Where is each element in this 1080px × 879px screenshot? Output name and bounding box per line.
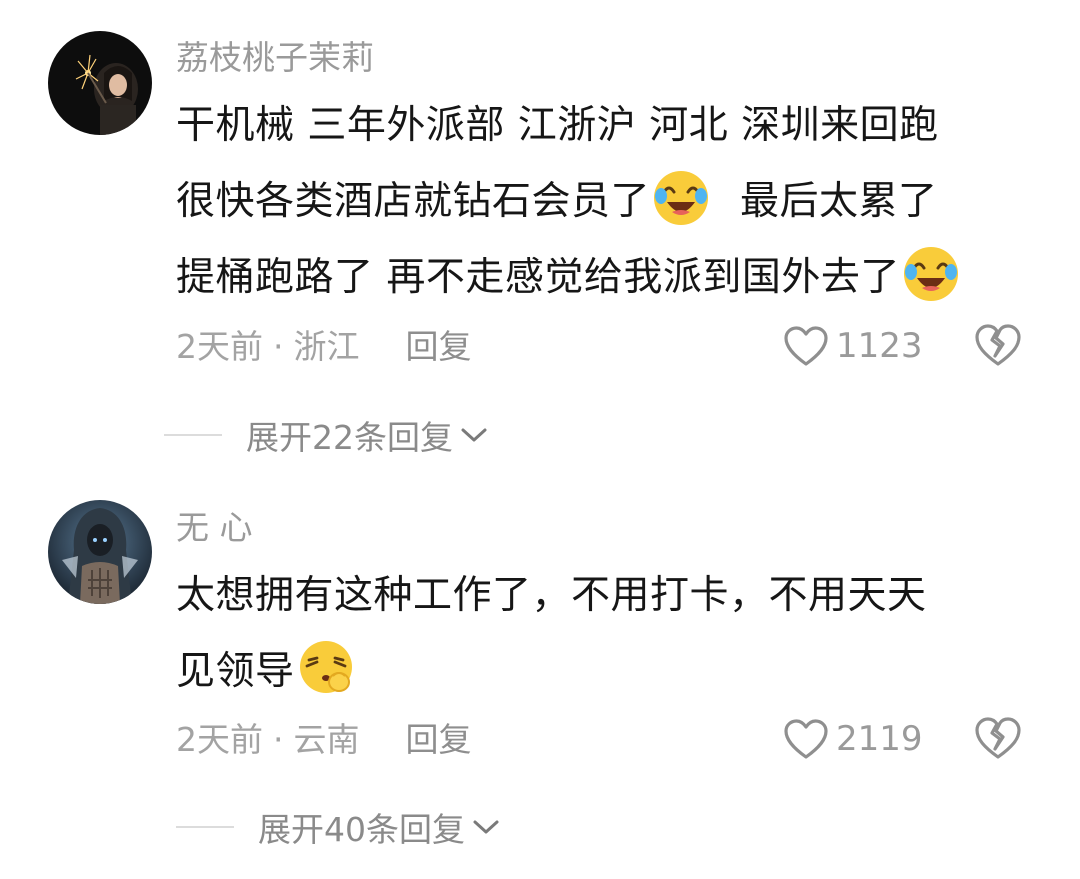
avatar[interactable]: [48, 31, 152, 135]
shh-emoji-icon: [295, 636, 357, 698]
crying-laughing-emoji-icon: [900, 242, 962, 304]
expand-replies-label: 展开22条回复: [246, 418, 453, 457]
comment-line-with-emoji: 提桶跑路了 再不走感觉给我派到国外去了: [176, 240, 1046, 316]
dislike-button[interactable]: [972, 715, 1024, 761]
comment-line: 见领导: [176, 649, 295, 694]
like-count: 1123: [836, 326, 923, 366]
dislike-button[interactable]: [972, 322, 1024, 368]
comment-line: 干机械 三年外派部 江浙沪 河北 深圳来回跑: [176, 103, 939, 148]
reply-button[interactable]: 回复: [406, 720, 472, 759]
avatar-image-hooded-warrior: [48, 500, 152, 604]
reply-button[interactable]: 回复: [406, 327, 472, 366]
heart-icon: [784, 719, 828, 759]
like-count: 2119: [836, 719, 923, 759]
comment-location: 浙江: [293, 327, 360, 366]
heart-icon: [784, 326, 828, 366]
avatar[interactable]: [48, 500, 152, 604]
separator-dot: ·: [273, 327, 284, 366]
divider: [164, 434, 222, 436]
broken-heart-icon: [975, 324, 1021, 366]
like-button[interactable]: 2119: [782, 717, 923, 761]
comment-line: 很快各类酒店就钻石会员了: [176, 179, 651, 224]
like-button[interactable]: 1123: [782, 324, 923, 368]
comment-line: 提桶跑路了 再不走感觉给我派到国外去了: [176, 255, 900, 300]
divider: [176, 826, 234, 828]
chevron-down-icon: [473, 820, 499, 834]
comment-time: 2天前: [176, 327, 263, 366]
broken-heart-icon: [975, 717, 1021, 759]
comment-meta: 2天前 · 浙江 回复: [176, 327, 472, 367]
comment-meta: 2天前 · 云南 回复: [176, 720, 472, 760]
comment-line: 最后太累了: [740, 179, 938, 224]
comment-list: 荔枝桃子茉莉 干机械 三年外派部 江浙沪 河北 深圳来回跑 很快各类酒店就钻石会…: [0, 0, 1080, 879]
comment-text: 太想拥有这种工作了，不用打卡，不用天天 见领导: [176, 558, 1046, 710]
comment-time: 2天前: [176, 720, 263, 759]
expand-replies-button[interactable]: 展开22条回复: [164, 411, 489, 459]
comment-line: 太想拥有这种工作了，不用打卡，不用天天: [176, 573, 927, 618]
comment-line-with-emoji: 见领导: [176, 634, 1046, 710]
username[interactable]: 荔枝桃子茉莉: [176, 38, 374, 78]
comment-location: 云南: [293, 720, 360, 759]
avatar-image-sparkler: [48, 31, 152, 135]
username[interactable]: 无 心: [176, 508, 253, 548]
chevron-down-icon: [461, 428, 487, 442]
comment-text: 干机械 三年外派部 江浙沪 河北 深圳来回跑 很快各类酒店就钻石会员了 最后太累…: [176, 88, 1046, 316]
comment-line-with-emoji: 很快各类酒店就钻石会员了 最后太累了: [176, 164, 1046, 240]
expand-replies-label: 展开40条回复: [258, 810, 465, 849]
separator-dot: ·: [273, 720, 284, 759]
crying-laughing-emoji-icon: [650, 166, 712, 228]
expand-replies-button[interactable]: 展开40条回复: [176, 803, 501, 851]
